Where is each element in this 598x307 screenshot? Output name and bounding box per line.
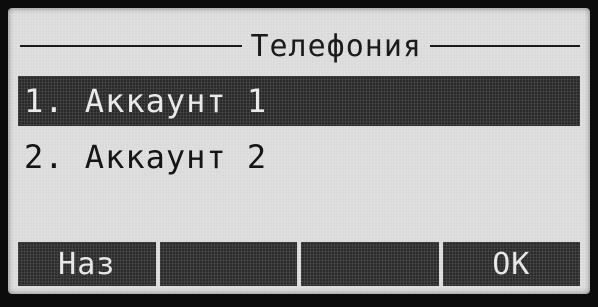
softkey-2[interactable]	[159, 242, 297, 286]
screen-title: Телефония	[250, 28, 422, 64]
ok-softkey[interactable]: ОК	[442, 242, 580, 286]
softkey-3[interactable]	[301, 242, 439, 286]
menu-item-account-2[interactable]: 2. Аккаунт 2	[18, 132, 580, 182]
menu-item-account-1[interactable]: 1. Аккаунт 1	[18, 76, 580, 126]
softkey-bar: Наз ОК	[18, 242, 580, 286]
title-divider-left	[20, 45, 243, 47]
title-divider-right	[430, 45, 580, 47]
screen-header: Телефония	[8, 26, 590, 66]
back-softkey[interactable]: Наз	[18, 242, 156, 286]
lcd-screen: Телефония 1. Аккаунт 1 2. Аккаунт 2 Наз …	[8, 8, 590, 294]
